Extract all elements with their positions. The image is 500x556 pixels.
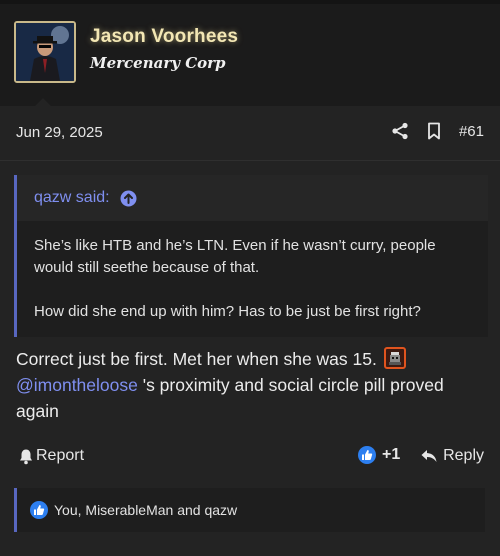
post: Jun 29, 2025 #61 qazw said: She’s like H… xyxy=(0,106,500,556)
post-number[interactable]: #61 xyxy=(459,123,484,140)
bell-icon xyxy=(20,449,32,464)
post-message: Correct just be first. Met her when she … xyxy=(16,346,486,424)
post-actions: Report +1 Reply xyxy=(0,444,500,470)
user-mention-link[interactable]: @imontheloose xyxy=(16,375,138,395)
quote-block: qazw said: She’s like HTB and he’s LTN. … xyxy=(14,175,488,337)
reaction-count: +1 xyxy=(382,446,401,463)
quote-content: She’s like HTB and he’s LTN. Even if he … xyxy=(17,221,488,323)
reaction-button[interactable]: +1 xyxy=(358,446,400,464)
post-meta-actions: #61 xyxy=(377,120,484,142)
post-date[interactable]: Jun 29, 2025 xyxy=(16,124,103,141)
jump-to-quote-icon[interactable] xyxy=(120,190,137,207)
like-icon xyxy=(30,501,48,519)
quote-header[interactable]: qazw said: xyxy=(17,175,488,221)
report-label: Report xyxy=(36,447,85,464)
report-button[interactable]: Report xyxy=(18,447,84,465)
message-text: Correct just be first. Met her when she … xyxy=(16,349,377,369)
reply-label: Reply xyxy=(443,447,484,464)
user-title: Mercenary Corp xyxy=(90,54,226,72)
quote-author[interactable]: qazw said: xyxy=(34,189,110,207)
share-icon[interactable] xyxy=(389,120,411,142)
reply-arrow-icon xyxy=(421,450,437,462)
bookmark-icon[interactable] xyxy=(423,120,445,142)
avatar[interactable] xyxy=(14,21,76,83)
reply-button[interactable]: Reply xyxy=(420,447,484,465)
divider xyxy=(0,160,500,161)
smilie-icon xyxy=(383,347,406,369)
reactions-summary[interactable]: You, MiserableMan and qazw xyxy=(54,502,237,518)
user-header: Jason Voorhees Mercenary Corp xyxy=(0,4,500,104)
quote-paragraph: She’s like HTB and he’s LTN. Even if he … xyxy=(34,237,436,276)
username[interactable]: Jason Voorhees xyxy=(90,26,238,48)
reactions-bar[interactable]: You, MiserableMan and qazw xyxy=(14,488,485,532)
like-icon xyxy=(358,446,376,464)
quote-paragraph: How did she end up with him? Has to be j… xyxy=(34,303,421,320)
